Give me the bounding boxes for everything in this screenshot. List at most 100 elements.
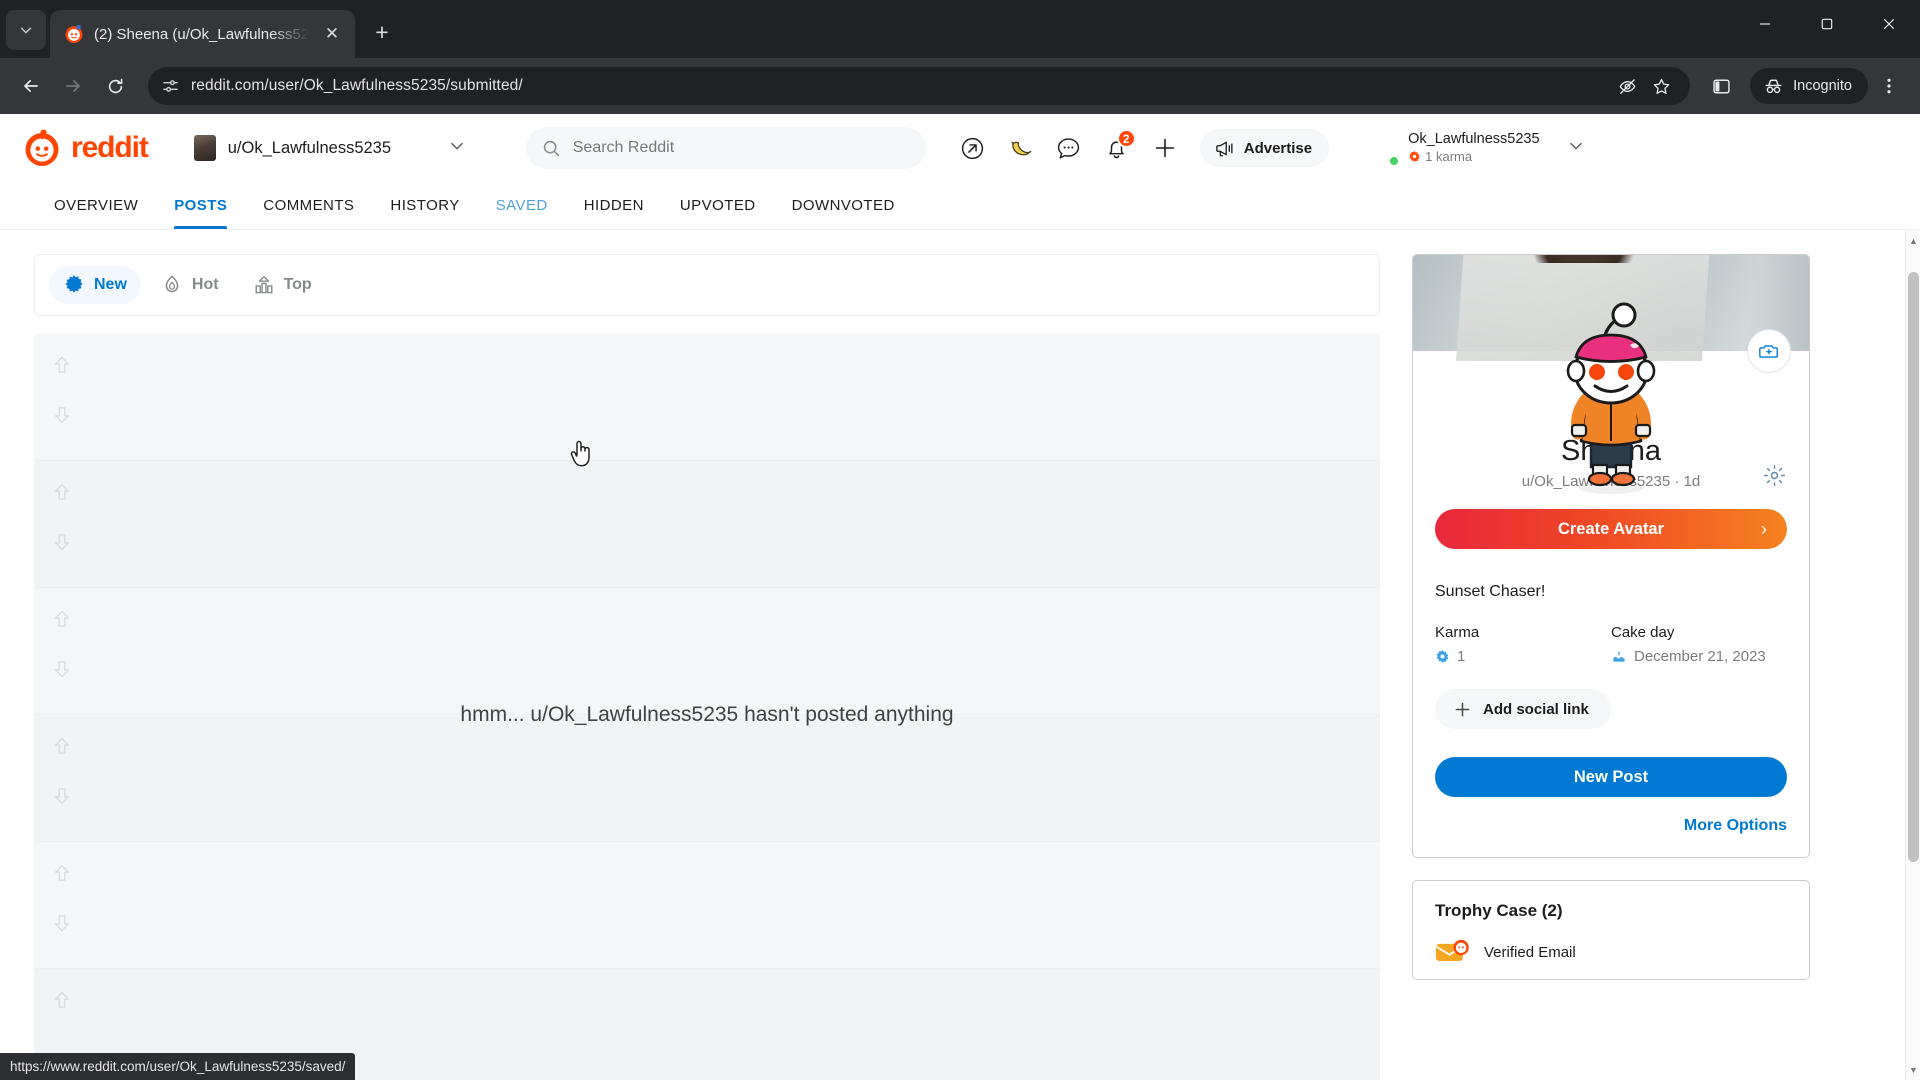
add-social-link-label: Add social link <box>1483 700 1589 718</box>
new-post-button[interactable]: New Post <box>1435 757 1787 797</box>
profile-bio: Sunset Chaser! <box>1435 583 1546 600</box>
account-username: Ok_Lawfulness5235 <box>1408 131 1540 148</box>
eye-off-icon[interactable] <box>1612 71 1642 101</box>
cakeday-value: December 21, 2023 <box>1634 648 1766 665</box>
downvote-icon[interactable] <box>51 404 73 431</box>
reload-button[interactable] <box>96 67 134 105</box>
new-tab-button[interactable]: + <box>365 15 399 49</box>
cakeday-label: Cake day <box>1611 624 1675 641</box>
profile-card: Sheena u/Ok_Lawfulness5235 · 1d Create A… <box>1412 254 1810 858</box>
sort-new-label: New <box>94 276 127 293</box>
scroll-down-arrow[interactable]: ▼ <box>1906 1061 1920 1078</box>
address-bar[interactable]: reddit.com/user/Ok_Lawfulness5235/submit… <box>148 67 1691 105</box>
account-karma: 1 karma <box>1408 149 1539 164</box>
downvote-icon[interactable] <box>51 658 73 685</box>
url-text: reddit.com/user/Ok_Lawfulness5235/submit… <box>191 77 523 94</box>
add-banner-photo-icon[interactable] <box>1747 329 1791 373</box>
profile-avatar-snoo[interactable] <box>1531 299 1691 499</box>
banana-icon[interactable] <box>1000 127 1042 169</box>
close-window-button[interactable] <box>1858 0 1920 48</box>
tab-search-button[interactable] <box>6 10 46 50</box>
create-post-icon[interactable] <box>1144 127 1186 169</box>
sort-top-button[interactable]: Top <box>239 266 326 304</box>
incognito-indicator[interactable]: Incognito <box>1750 68 1868 104</box>
notifications-icon[interactable]: 2 <box>1096 127 1138 169</box>
tab-posts[interactable]: POSTS <box>156 182 245 229</box>
user-switcher-thumbnail <box>193 135 216 161</box>
popular-icon[interactable] <box>952 127 994 169</box>
add-social-link-button[interactable]: Add social link <box>1435 689 1611 729</box>
browser-tab[interactable]: (2) Sheena (u/Ok_Lawfulness52 ✕ <box>50 10 355 58</box>
sort-hot-button[interactable]: Hot <box>147 266 233 304</box>
user-switcher-label: u/Ok_Lawfulness5235 <box>227 138 392 157</box>
karma-icon <box>1435 649 1450 664</box>
tab-hidden[interactable]: HIDDEN <box>566 182 662 229</box>
tab-history[interactable]: HISTORY <box>372 182 477 229</box>
advertise-button[interactable]: Advertise <box>1199 129 1330 167</box>
kebab-menu-icon[interactable] <box>1870 67 1908 105</box>
chevron-down-icon <box>448 137 466 160</box>
trophy-item[interactable]: Verified Email <box>1435 939 1787 965</box>
tab-saved[interactable]: SAVED <box>478 182 566 229</box>
reddit-home-link[interactable]: reddit <box>22 128 149 168</box>
search-input[interactable] <box>572 139 910 157</box>
downvote-icon[interactable] <box>51 912 73 939</box>
sort-top-label: Top <box>283 276 312 293</box>
browser-toolbar: reddit.com/user/Ok_Lawfulness5235/submit… <box>0 58 1920 114</box>
window-controls <box>1734 0 1920 48</box>
skeleton-row <box>34 461 1380 588</box>
page-settings-icon[interactable] <box>162 78 179 95</box>
flame-icon <box>161 274 183 296</box>
tab-upvoted[interactable]: UPVOTED <box>662 182 774 229</box>
profile-settings-gear-icon[interactable] <box>1762 463 1787 493</box>
sort-bar: New Hot Top <box>34 254 1380 316</box>
tab-overview[interactable]: OVERVIEW <box>36 182 156 229</box>
chat-icon[interactable] <box>1048 127 1090 169</box>
user-switcher-dropdown[interactable]: u/Ok_Lawfulness5235 <box>184 127 474 169</box>
downvote-icon[interactable] <box>51 785 73 812</box>
tab-downvoted[interactable]: DOWNVOTED <box>774 182 913 229</box>
sidebar: Sheena u/Ok_Lawfulness5235 · 1d Create A… <box>1380 254 1810 1080</box>
downvote-icon[interactable] <box>51 531 73 558</box>
forward-button[interactable] <box>54 67 92 105</box>
verified-email-trophy-icon <box>1435 939 1471 965</box>
karma-label: Karma <box>1435 624 1480 641</box>
minimize-button[interactable] <box>1734 0 1796 48</box>
upvote-icon[interactable] <box>51 862 73 889</box>
upvote-icon[interactable] <box>51 735 73 762</box>
sort-new-button[interactable]: New <box>49 266 141 304</box>
create-avatar-button[interactable]: Create Avatar › <box>1435 509 1787 549</box>
profile-stats: Karma 1 Cake day December 21, 2023 <box>1435 624 1787 665</box>
incognito-label: Incognito <box>1793 78 1852 94</box>
upvote-icon[interactable] <box>51 989 73 1016</box>
upvote-icon[interactable] <box>51 608 73 635</box>
more-options-link[interactable]: More Options <box>1435 817 1787 835</box>
karma-value-row: 1 <box>1435 648 1611 665</box>
chevron-down-icon <box>1567 137 1585 160</box>
skeleton-row <box>34 588 1380 715</box>
upvote-icon[interactable] <box>51 481 73 508</box>
tab-close-button[interactable]: ✕ <box>319 21 345 47</box>
back-button[interactable] <box>12 67 50 105</box>
account-menu[interactable]: Ok_Lawfulness5235 1 karma <box>1357 125 1592 171</box>
scroll-up-arrow[interactable]: ▲ <box>1906 232 1920 249</box>
reddit-wordmark: reddit <box>71 131 149 164</box>
star-icon[interactable] <box>1646 71 1676 101</box>
karma-icon <box>1408 150 1421 163</box>
megaphone-icon <box>1214 138 1235 159</box>
side-panel-icon[interactable] <box>1702 67 1740 105</box>
karma-text: 1 karma <box>1425 148 1473 164</box>
reddit-logo-icon <box>22 128 62 168</box>
skeleton-row <box>34 334 1380 461</box>
search-icon <box>542 139 561 158</box>
search-bar[interactable] <box>525 127 926 169</box>
tab-comments[interactable]: COMMENTS <box>245 182 372 229</box>
new-burst-icon <box>63 274 85 296</box>
online-status-dot <box>1388 155 1401 167</box>
upvote-icon[interactable] <box>51 354 73 381</box>
scrollbar-thumb[interactable] <box>1908 272 1919 862</box>
advertise-label: Advertise <box>1243 139 1313 157</box>
page-scrollbar[interactable]: ▲ ▼ <box>1905 230 1920 1080</box>
trophy-case-card: Trophy Case (2) Verified Email <box>1412 880 1810 980</box>
maximize-button[interactable] <box>1796 0 1858 48</box>
